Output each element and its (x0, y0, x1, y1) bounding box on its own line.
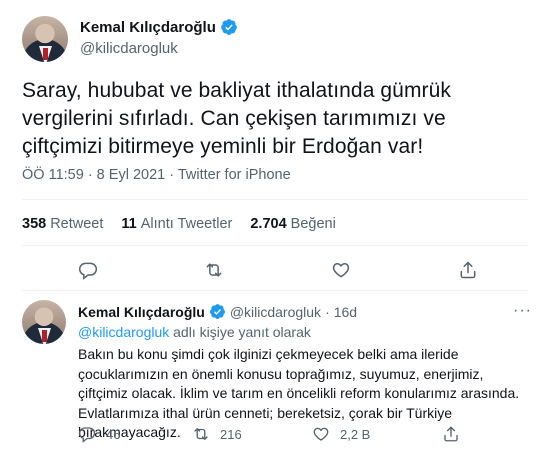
reply-handle[interactable]: @kilicdarogluk (230, 304, 321, 320)
tweet-text: Saray, hububat ve bakliyat ithalatında g… (22, 79, 452, 158)
tweet-stats: 358 Retweet 11 Alıntı Tweetler 2.704 Beğeni (22, 216, 336, 232)
avatar-tie (42, 330, 47, 342)
replying-suffix: adlı kişiye yanıt olarak (173, 324, 311, 340)
retweet-count: 216 (220, 426, 242, 442)
retweets-count: 358 (22, 216, 47, 232)
like-button[interactable] (329, 258, 353, 282)
likes-stat[interactable]: 2.704 Beğeni (250, 216, 335, 232)
like-icon (332, 263, 350, 278)
quotes-count: 11 (121, 216, 137, 232)
reply-share-button[interactable] (442, 425, 460, 443)
author-handle[interactable]: @kilicdarogluk (80, 40, 178, 57)
share-icon (460, 261, 476, 279)
retweet-button[interactable] (202, 258, 226, 282)
reply-icon (78, 262, 98, 280)
display-name[interactable]: Kemal Kılıçdaroğlu (80, 19, 216, 36)
reply-button[interactable] (76, 258, 100, 282)
quotes-stat[interactable]: 11 Alıntı Tweetler (121, 216, 232, 232)
retweet-icon (206, 263, 222, 277)
retweets-stat[interactable]: 358 Retweet (22, 216, 103, 232)
replying-to: @kilicdarogluk adlı kişiye yanıt olarak (78, 324, 311, 340)
share-button[interactable] (456, 258, 480, 282)
like-icon (313, 427, 329, 441)
likes-label: Beğeni (290, 216, 336, 232)
reply-like-button[interactable]: 2,2 B (312, 425, 370, 443)
divider (22, 245, 528, 246)
verified-badge-icon (221, 19, 237, 35)
avatar[interactable] (22, 16, 68, 62)
retweets-label: Retweet (50, 216, 104, 232)
divider (22, 199, 528, 200)
quotes-label: Alıntı Tweetler (140, 216, 233, 232)
reply-reply-button[interactable]: 46 (78, 425, 120, 443)
reply-display-name[interactable]: Kemal Kılıçdaroğlu (78, 304, 205, 320)
avatar-tie (43, 48, 48, 60)
tweet-timestamp[interactable]: ÖÖ 11:59 · 8 Eyl 2021 · Twitter for iPho… (22, 167, 291, 183)
author-name-row[interactable]: Kemal Kılıçdaroğlu (80, 18, 238, 36)
replying-mention[interactable]: @kilicdarogluk (78, 324, 169, 340)
tweet-actions (0, 258, 550, 282)
divider (22, 290, 528, 291)
more-options-icon[interactable]: ··· (513, 303, 532, 319)
reply-actions: 46 216 2,2 B (0, 425, 550, 445)
reply-avatar[interactable] (22, 300, 66, 344)
retweet-icon (194, 428, 208, 440)
likes-count: 2.704 (250, 216, 287, 232)
share-icon (444, 426, 458, 442)
verified-badge-icon (209, 304, 225, 319)
reply-icon (78, 427, 96, 443)
reply-count: 46 (106, 426, 121, 442)
reply-retweet-button[interactable]: 216 (192, 425, 242, 443)
reply-time[interactable]: 16d (334, 304, 357, 320)
like-count: 2,2 B (340, 426, 371, 442)
separator-dot: · (325, 303, 330, 320)
reply-header: Kemal Kılıçdaroğlu @kilicdarogluk · 16d (78, 303, 357, 320)
